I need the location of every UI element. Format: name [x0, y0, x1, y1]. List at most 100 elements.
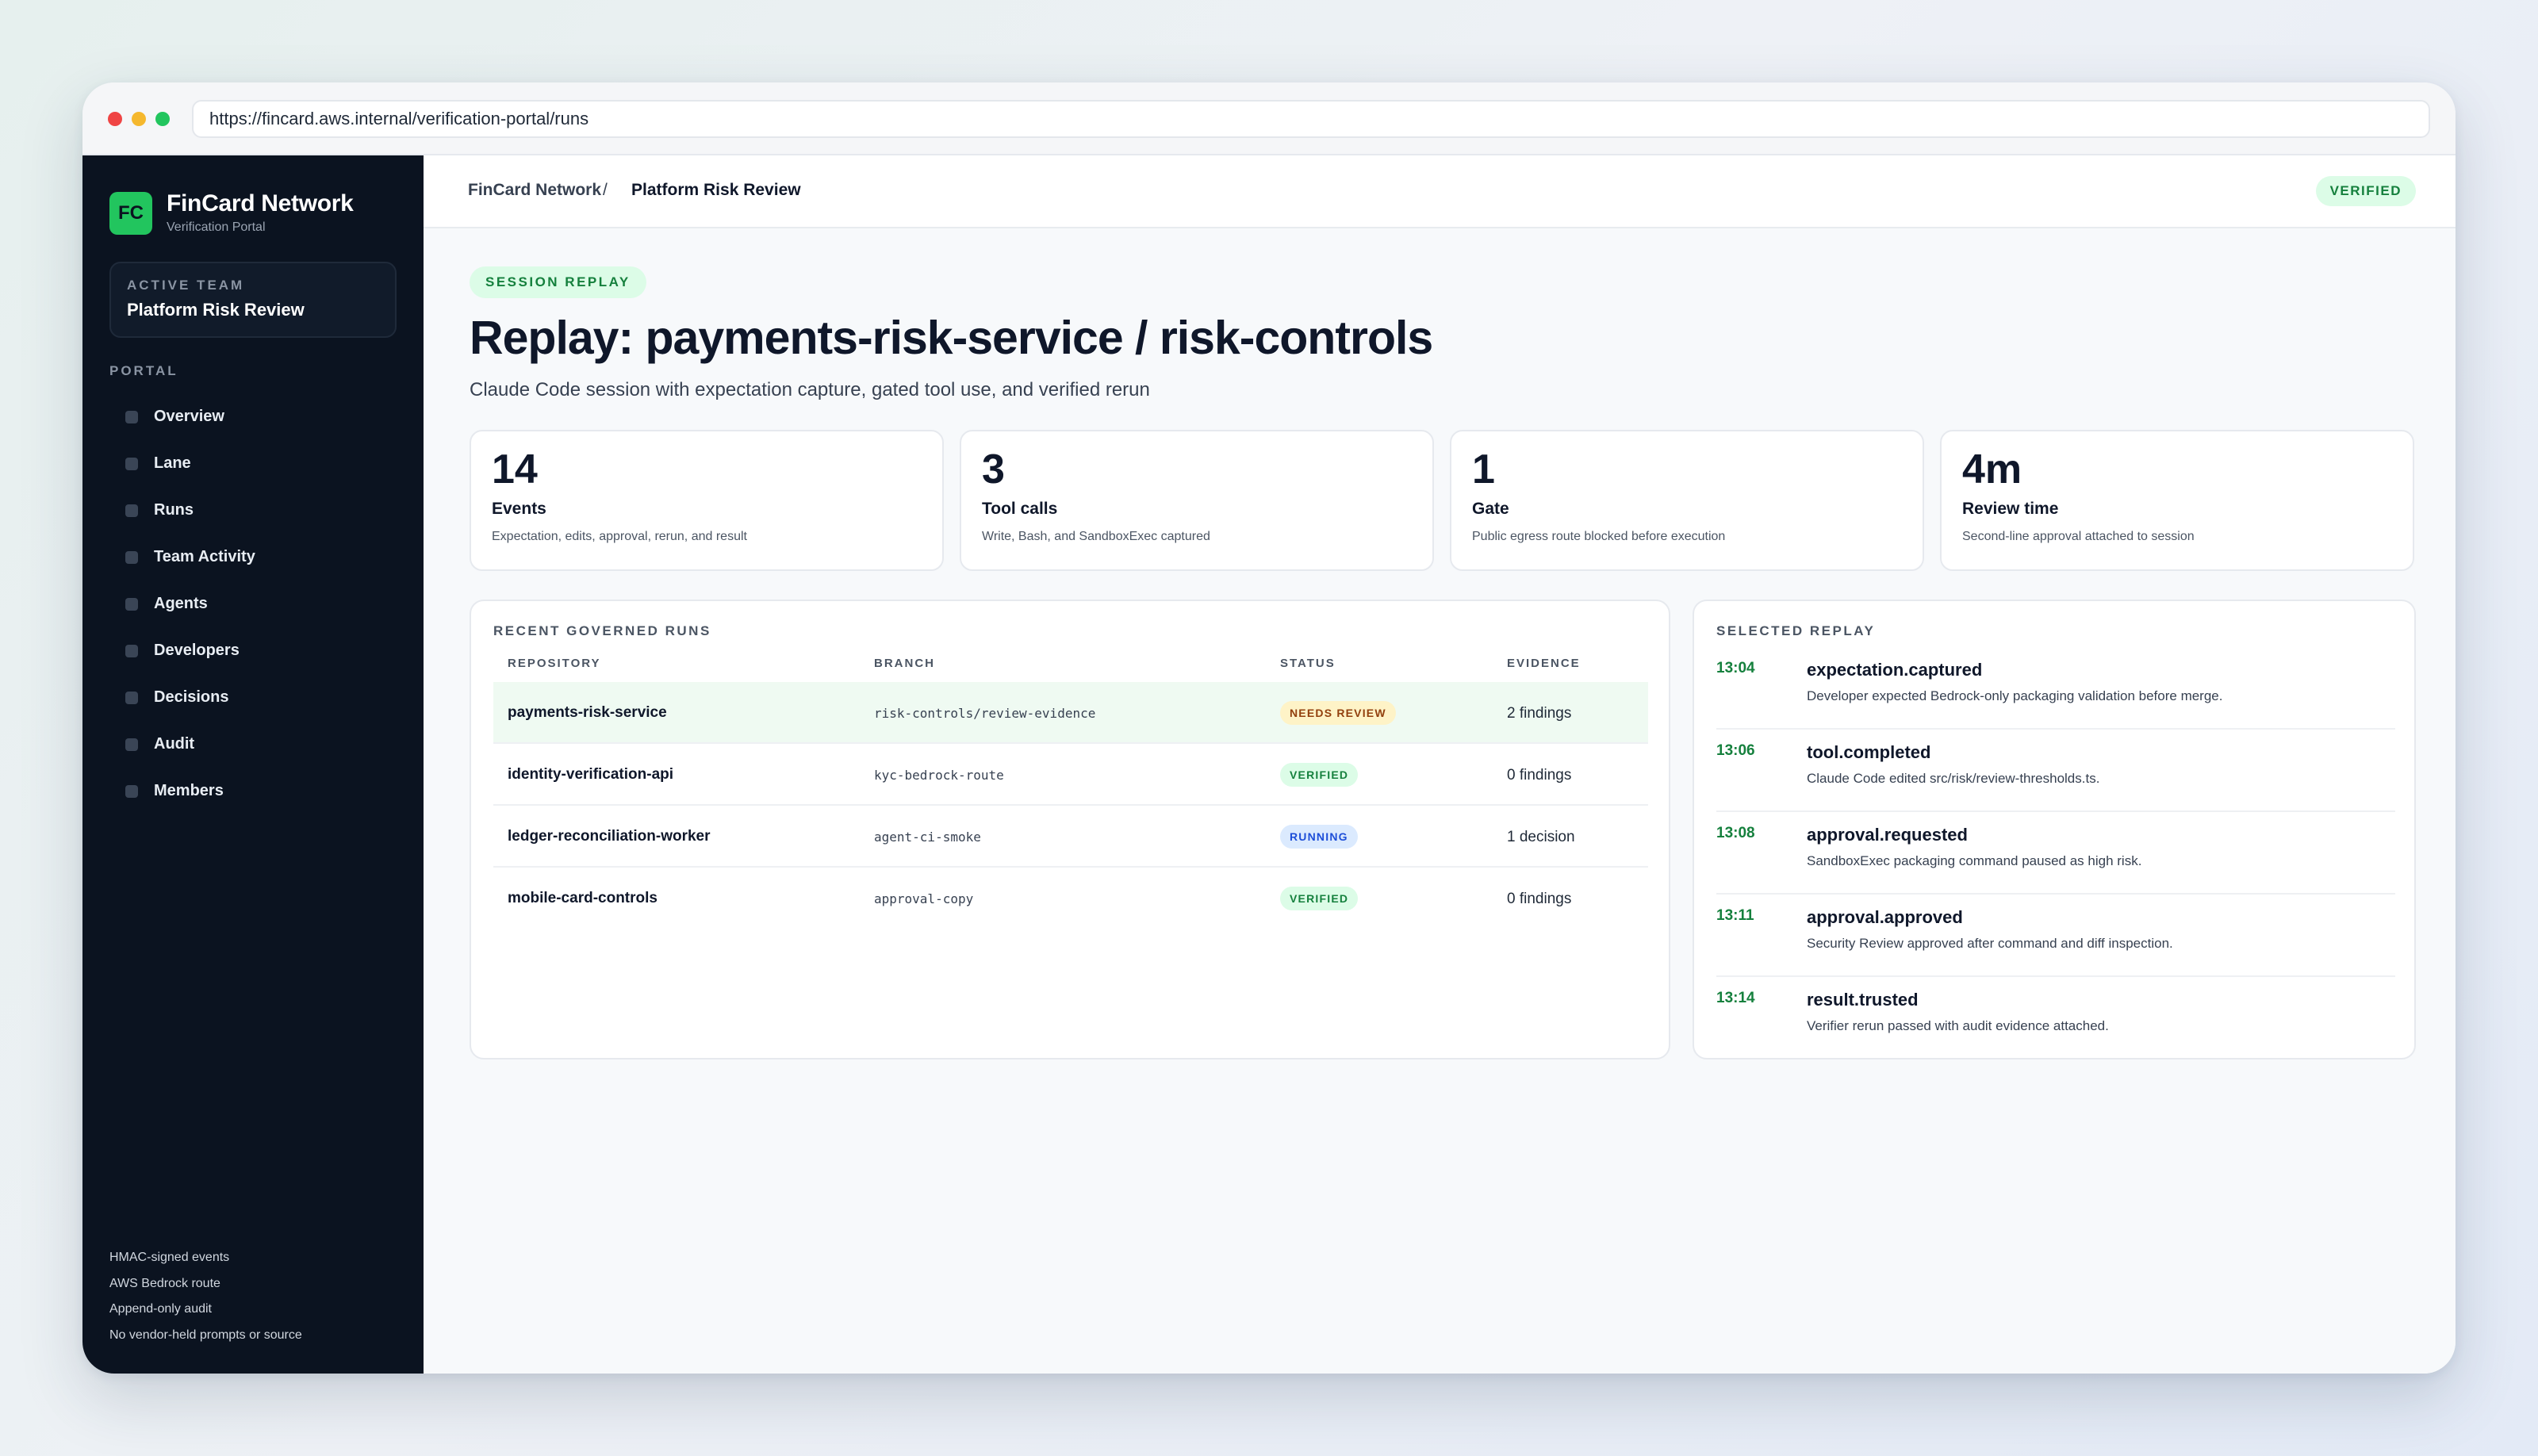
event-name: approval.approved [1807, 907, 1963, 927]
sidebar-footer: HMAC-signed events AWS Bedrock route App… [109, 1245, 302, 1348]
square-icon [125, 457, 138, 470]
timeline-event[interactable]: 13:11 approval.approved Security Review … [1716, 895, 2395, 977]
timeline-event[interactable]: 13:04 expectation.captured Developer exp… [1716, 647, 2395, 730]
sidebar-item-label: Team Activity [154, 548, 255, 565]
sidebar-item-decisions[interactable]: Decisions [109, 674, 397, 721]
evidence-cell: 0 findings [1507, 891, 1572, 907]
active-team-name: Platform Risk Review [127, 300, 305, 320]
stat-label: Events [492, 500, 546, 518]
recent-runs-card: RECENT GOVERNED RUNS REPOSITORY BRANCH S… [470, 600, 1670, 1059]
stat-card-review-time: 4m Review time Second-line approval atta… [1940, 430, 2414, 571]
event-time: 13:04 [1716, 660, 1755, 676]
stat-value: 4m [1962, 446, 2022, 492]
sidebar-item-members[interactable]: Members [109, 768, 397, 814]
timeline-event[interactable]: 13:08 approval.requested SandboxExec pac… [1716, 812, 2395, 895]
column-header-repository: REPOSITORY [508, 657, 601, 670]
stat-label: Gate [1472, 500, 1509, 518]
breadcrumb-separator: / [603, 181, 608, 199]
active-team-selector[interactable]: ACTIVE TEAM Platform Risk Review [109, 262, 397, 338]
brand-name: FinCard Network [167, 190, 354, 216]
column-header-status: STATUS [1280, 657, 1336, 670]
square-icon [125, 597, 138, 611]
status-badge: VERIFIED [2315, 176, 2416, 206]
sidebar-item-label: Decisions [154, 688, 229, 706]
branch-cell: agent-ci-smoke [874, 830, 981, 845]
maximize-window-icon[interactable] [155, 112, 170, 126]
breadcrumb-root[interactable]: FinCard Network [468, 181, 601, 200]
sidebar-item-audit[interactable]: Audit [109, 721, 397, 768]
branch-cell: kyc-bedrock-route [874, 768, 1004, 783]
square-icon [125, 738, 138, 751]
sidebar-item-overview[interactable]: Overview [109, 393, 397, 440]
status-badge: VERIFIED [1280, 763, 1359, 787]
page-title: Replay: payments-risk-service / risk-con… [470, 312, 1433, 364]
stat-label: Review time [1962, 500, 2059, 518]
event-description: Verifier rerun passed with audit evidenc… [1807, 1018, 2109, 1033]
stat-card-events: 14 Events Expectation, edits, approval, … [470, 430, 944, 571]
table-row[interactable]: payments-risk-service risk-controls/revi… [493, 682, 1648, 744]
sidebar-item-label: Audit [154, 735, 195, 753]
sidebar-item-label: Developers [154, 642, 240, 659]
column-header-evidence: EVIDENCE [1507, 657, 1581, 670]
footer-note: Append-only audit [109, 1302, 212, 1316]
page-subtitle: Claude Code session with expectation cap… [470, 379, 1150, 400]
sidebar-item-label: Lane [154, 454, 191, 472]
square-icon [125, 504, 138, 517]
status-badge: VERIFIED [1280, 887, 1359, 910]
sidebar-nav: Overview Lane Runs Team Activity Agents … [109, 393, 397, 814]
status-badge: NEEDS REVIEW [1280, 701, 1396, 725]
footer-note: No vendor-held prompts or source [109, 1328, 302, 1342]
breadcrumb-current: Platform Risk Review [631, 181, 801, 199]
session-replay-pill: SESSION REPLAY [470, 266, 646, 298]
table-row[interactable]: identity-verification-api kyc-bedrock-ro… [493, 744, 1648, 806]
branch-cell: risk-controls/review-evidence [874, 706, 1096, 721]
table-row[interactable]: mobile-card-controls approval-copy VERIF… [493, 868, 1648, 929]
repository-cell: identity-verification-api [508, 766, 674, 783]
top-bar: FinCard Network / Platform Risk Review V… [424, 155, 2456, 228]
stat-value: 1 [1472, 446, 1495, 492]
column-header-branch: BRANCH [874, 657, 935, 670]
square-icon [125, 644, 138, 657]
square-icon [125, 550, 138, 564]
table-row[interactable]: ledger-reconciliation-worker agent-ci-sm… [493, 806, 1648, 868]
portal-section-label: PORTAL [109, 363, 178, 378]
sidebar-item-label: Runs [154, 501, 194, 519]
branch-cell: approval-copy [874, 891, 974, 906]
square-icon [125, 410, 138, 423]
stat-card-gate: 1 Gate Public egress route blocked befor… [1450, 430, 1924, 571]
stat-description: Second-line approval attached to session [1962, 530, 2195, 543]
selected-replay-card: SELECTED REPLAY 13:04 expectation.captur… [1693, 600, 2416, 1059]
footer-note: AWS Bedrock route [109, 1276, 220, 1290]
footer-note: HMAC-signed events [109, 1251, 230, 1264]
event-description: SandboxExec packaging command paused as … [1807, 853, 2142, 868]
sidebar-item-label: Agents [154, 595, 208, 612]
close-window-icon[interactable] [108, 112, 122, 126]
sidebar-item-agents[interactable]: Agents [109, 580, 397, 627]
event-name: tool.completed [1807, 742, 1931, 762]
timeline-event[interactable]: 13:06 tool.completed Claude Code edited … [1716, 730, 2395, 812]
stat-description: Public egress route blocked before execu… [1472, 530, 1726, 543]
minimize-window-icon[interactable] [132, 112, 146, 126]
square-icon [125, 691, 138, 704]
sidebar: FC FinCard Network Verification Portal A… [82, 155, 424, 1374]
stat-card-tool-calls: 3 Tool calls Write, Bash, and SandboxExe… [960, 430, 1434, 571]
address-bar[interactable]: https://fincard.aws.internal/verificatio… [192, 100, 2430, 138]
event-name: result.trusted [1807, 990, 1919, 1010]
sidebar-item-lane[interactable]: Lane [109, 440, 397, 487]
repository-cell: ledger-reconciliation-worker [508, 828, 711, 845]
event-time: 13:11 [1716, 907, 1754, 924]
event-description: Developer expected Bedrock-only packagin… [1807, 688, 2223, 703]
sidebar-item-developers[interactable]: Developers [109, 627, 397, 674]
event-time: 13:08 [1716, 825, 1755, 841]
event-name: approval.requested [1807, 825, 1968, 845]
browser-toolbar: https://fincard.aws.internal/verificatio… [82, 82, 2456, 155]
sidebar-item-runs[interactable]: Runs [109, 487, 397, 534]
event-description: Claude Code edited src/risk/review-thres… [1807, 771, 2100, 786]
stat-description: Write, Bash, and SandboxExec captured [982, 530, 1210, 543]
event-time: 13:14 [1716, 990, 1755, 1006]
table-header: REPOSITORY BRANCH STATUS EVIDENCE [493, 652, 1648, 676]
browser-window: https://fincard.aws.internal/verificatio… [82, 82, 2456, 1374]
event-description: Security Review approved after command a… [1807, 936, 2173, 951]
timeline-event[interactable]: 13:14 result.trusted Verifier rerun pass… [1716, 977, 2395, 1059]
sidebar-item-team-activity[interactable]: Team Activity [109, 534, 397, 580]
